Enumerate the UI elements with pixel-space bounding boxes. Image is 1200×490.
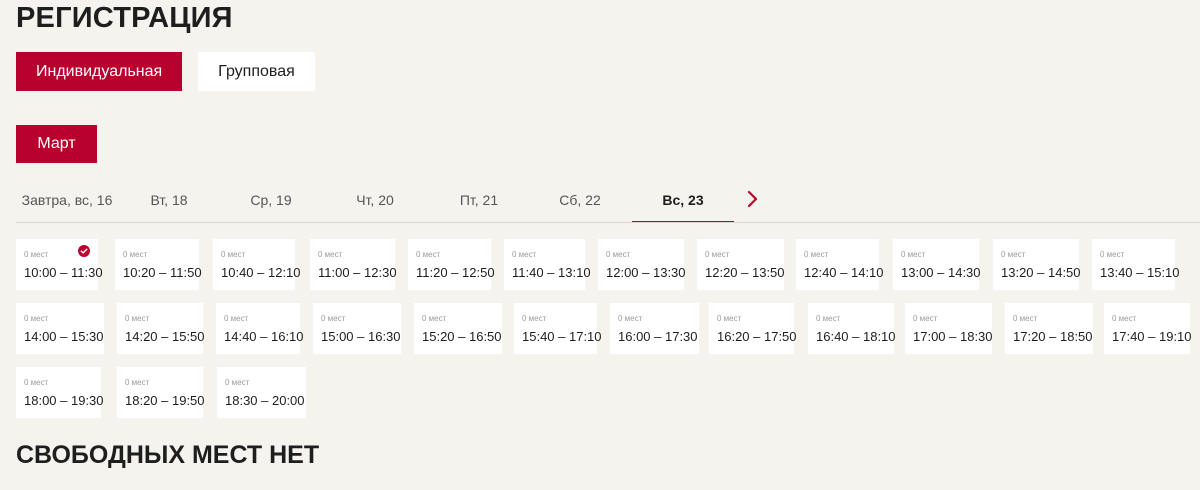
slot-places-count: 0 мест [125, 314, 150, 323]
month-button[interactable]: Март [16, 125, 97, 163]
time-slot-card[interactable]: 0 мест 13:40 – 15:10 [1092, 239, 1180, 290]
slot-places-count: 0 мест [804, 250, 829, 259]
time-slot-card[interactable]: 0 мест 10:20 – 11:50 [115, 239, 202, 290]
slot-time-range: 14:00 – 15:30 [24, 329, 104, 344]
slot-time-range: 18:00 – 19:30 [24, 393, 104, 408]
chevron-right-icon[interactable] [742, 189, 762, 209]
time-slot-card[interactable]: 0 мест 16:00 – 17:30 [610, 303, 699, 354]
time-slot-card[interactable]: 0 мест 10:40 – 12:10 [213, 239, 301, 290]
slot-places-count: 0 мест [422, 314, 447, 323]
day-tab-23[interactable]: Вс, 23 [632, 177, 734, 223]
slot-time-range: 13:40 – 15:10 [1100, 265, 1180, 280]
slot-places-count: 0 мест [705, 250, 730, 259]
slot-time-range: 16:40 – 18:10 [816, 329, 896, 344]
time-slot-card[interactable]: 0 мест 17:20 – 18:50 [1005, 303, 1093, 354]
time-slot-card[interactable]: 0 мест 15:40 – 17:10 [514, 303, 602, 354]
registration-type-tabs: Индивидуальная Групповая [16, 52, 315, 91]
slot-places-count: 0 мест [816, 314, 841, 323]
slot-places-count: 0 мест [321, 314, 346, 323]
slot-places-count: 0 мест [125, 378, 150, 387]
time-slot-card[interactable]: 0 мест 12:40 – 14:10 [796, 239, 884, 290]
slot-time-range: 16:00 – 17:30 [618, 329, 698, 344]
slot-places-count: 0 мест [901, 250, 926, 259]
time-slot-card[interactable]: 0 мест 11:40 – 13:10 [504, 239, 591, 290]
slot-time-range: 15:40 – 17:10 [522, 329, 602, 344]
time-slot-card[interactable]: 0 мест 12:20 – 13:50 [697, 239, 785, 290]
slot-time-range: 10:40 – 12:10 [221, 265, 301, 280]
day-tab-22[interactable]: Сб, 22 [530, 177, 630, 222]
slot-places-count: 0 мест [618, 314, 643, 323]
slot-time-range: 12:00 – 13:30 [606, 265, 686, 280]
time-slot-card[interactable]: 0 мест 13:00 – 14:30 [893, 239, 981, 290]
time-slot-card[interactable]: 0 мест 18:30 – 20:00 [217, 367, 306, 418]
day-tabs-divider [16, 222, 1200, 223]
time-slot-card[interactable]: 0 мест 11:00 – 12:30 [310, 239, 397, 290]
day-tabs: Завтра, вс, 16 Вт, 18 Ср, 19 Чт, 20 Пт, … [16, 177, 1200, 223]
day-tab-tomorrow-16[interactable]: Завтра, вс, 16 [16, 177, 118, 222]
slot-time-range: 13:00 – 14:30 [901, 265, 981, 280]
slot-places-count: 0 мест [512, 250, 537, 259]
slot-time-range: 17:20 – 18:50 [1013, 329, 1093, 344]
time-slot-card[interactable]: 0 мест 16:20 – 17:50 [709, 303, 797, 354]
slot-time-range: 15:00 – 16:30 [321, 329, 401, 344]
time-slot-card[interactable]: 0 мест 17:00 – 18:30 [905, 303, 993, 354]
day-tab-18[interactable]: Вт, 18 [118, 177, 220, 222]
slot-time-range: 10:00 – 11:30 [24, 265, 103, 280]
slot-time-range: 12:40 – 14:10 [804, 265, 884, 280]
slot-places-count: 0 мест [1001, 250, 1026, 259]
page-title: РЕГИСТРАЦИЯ [16, 2, 233, 34]
slot-time-range: 15:20 – 16:50 [422, 329, 502, 344]
time-slot-card[interactable]: 0 мест 17:40 – 19:10 [1104, 303, 1192, 354]
group-registration-button[interactable]: Групповая [198, 52, 315, 91]
slot-time-range: 11:20 – 12:50 [416, 265, 495, 280]
slot-places-count: 0 мест [1100, 250, 1125, 259]
slot-places-count: 0 мест [416, 250, 441, 259]
slot-places-count: 0 мест [1013, 314, 1038, 323]
slot-places-count: 0 мест [24, 314, 49, 323]
slot-time-range: 18:30 – 20:00 [225, 393, 305, 408]
individual-registration-button[interactable]: Индивидуальная [16, 52, 183, 91]
slot-places-count: 0 мест [717, 314, 742, 323]
time-slot-card[interactable]: 0 мест 14:20 – 15:50 [117, 303, 205, 354]
slot-time-range: 17:40 – 19:10 [1112, 329, 1192, 344]
slot-time-range: 11:40 – 13:10 [512, 265, 591, 280]
day-tab-19[interactable]: Ср, 19 [220, 177, 322, 222]
slot-time-range: 12:20 – 13:50 [705, 265, 785, 280]
day-tab-21[interactable]: Пт, 21 [428, 177, 530, 222]
day-tab-20[interactable]: Чт, 20 [322, 177, 428, 222]
slot-places-count: 0 мест [24, 250, 49, 259]
slot-time-range: 16:20 – 17:50 [717, 329, 797, 344]
slot-time-range: 10:20 – 11:50 [123, 265, 202, 280]
slot-places-count: 0 мест [1112, 314, 1137, 323]
slot-time-range: 18:20 – 19:50 [125, 393, 205, 408]
time-slot-card[interactable]: 0 мест 12:00 – 13:30 [598, 239, 686, 290]
time-slot-card[interactable]: 0 мест 10:00 – 11:30 [16, 239, 103, 290]
time-slot-card[interactable]: 0 мест 18:20 – 19:50 [117, 367, 205, 418]
slot-places-count: 0 мест [123, 250, 148, 259]
time-slot-card[interactable]: 0 мест 14:40 – 16:10 [216, 303, 304, 354]
time-slot-card[interactable]: 0 мест 14:00 – 15:30 [16, 303, 104, 354]
slot-places-count: 0 мест [606, 250, 631, 259]
slot-time-range: 17:00 – 18:30 [913, 329, 993, 344]
time-slot-card[interactable]: 0 мест 15:00 – 16:30 [313, 303, 401, 354]
time-slot-card[interactable]: 0 мест 15:20 – 16:50 [414, 303, 502, 354]
slot-places-count: 0 мест [225, 378, 250, 387]
time-slot-card[interactable]: 0 мест 11:20 – 12:50 [408, 239, 495, 290]
slot-time-range: 14:20 – 15:50 [125, 329, 205, 344]
slot-time-range: 13:20 – 14:50 [1001, 265, 1081, 280]
check-circle-icon [78, 245, 90, 257]
slot-places-count: 0 мест [24, 378, 49, 387]
slot-time-range: 11:00 – 12:30 [318, 265, 397, 280]
time-slot-card[interactable]: 0 мест 16:40 – 18:10 [808, 303, 896, 354]
slot-places-count: 0 мест [913, 314, 938, 323]
time-slot-card[interactable]: 0 мест 18:00 – 19:30 [16, 367, 104, 418]
time-slot-card[interactable]: 0 мест 13:20 – 14:50 [993, 239, 1081, 290]
slot-places-count: 0 мест [522, 314, 547, 323]
slot-time-range: 14:40 – 16:10 [224, 329, 304, 344]
no-places-heading: СВОБОДНЫХ МЕСТ НЕТ [16, 441, 320, 469]
slot-places-count: 0 мест [224, 314, 249, 323]
slot-places-count: 0 мест [221, 250, 246, 259]
slot-places-count: 0 мест [318, 250, 343, 259]
